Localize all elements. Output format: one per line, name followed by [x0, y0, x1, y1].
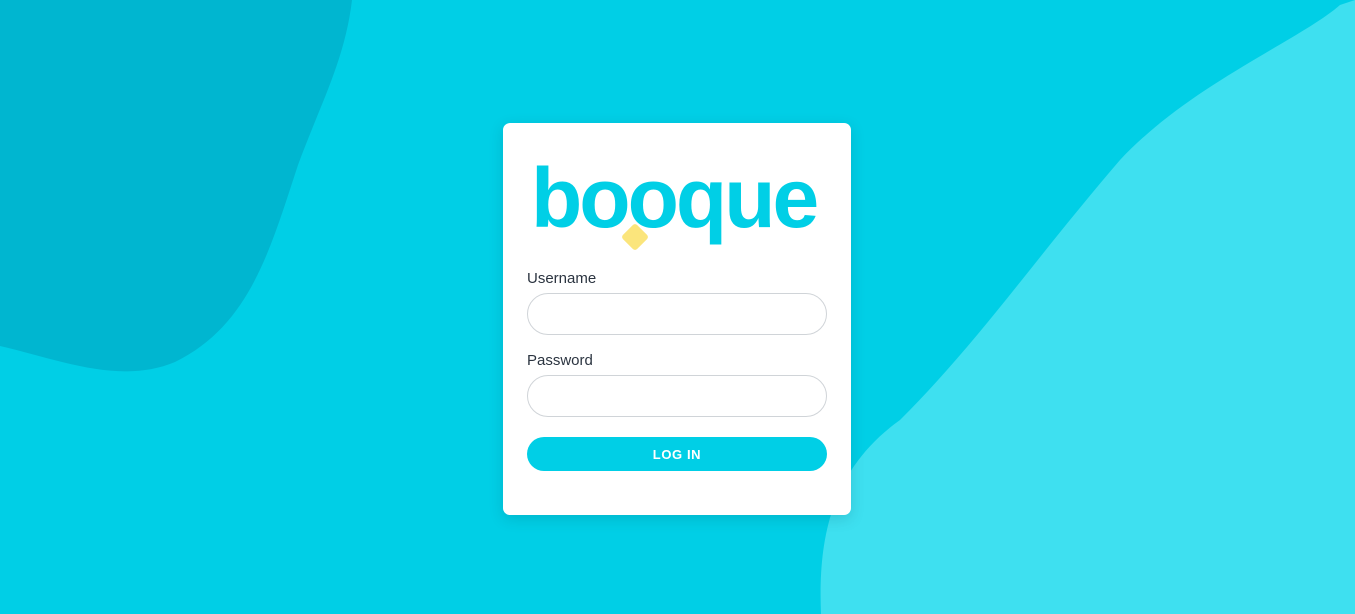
password-input[interactable]	[527, 375, 827, 417]
password-label: Password	[527, 352, 593, 369]
username-label: Username	[527, 270, 597, 287]
login-card: booque Username Password LOG IN	[503, 123, 851, 515]
background-shape-top-left	[0, 0, 352, 372]
logo-wordmark: booque	[531, 153, 817, 245]
username-input[interactable]	[527, 293, 827, 335]
login-button[interactable]: LOG IN	[527, 437, 827, 471]
booque-logo: booque	[531, 153, 820, 250]
background-shape-bottom-right	[820, 0, 1355, 614]
